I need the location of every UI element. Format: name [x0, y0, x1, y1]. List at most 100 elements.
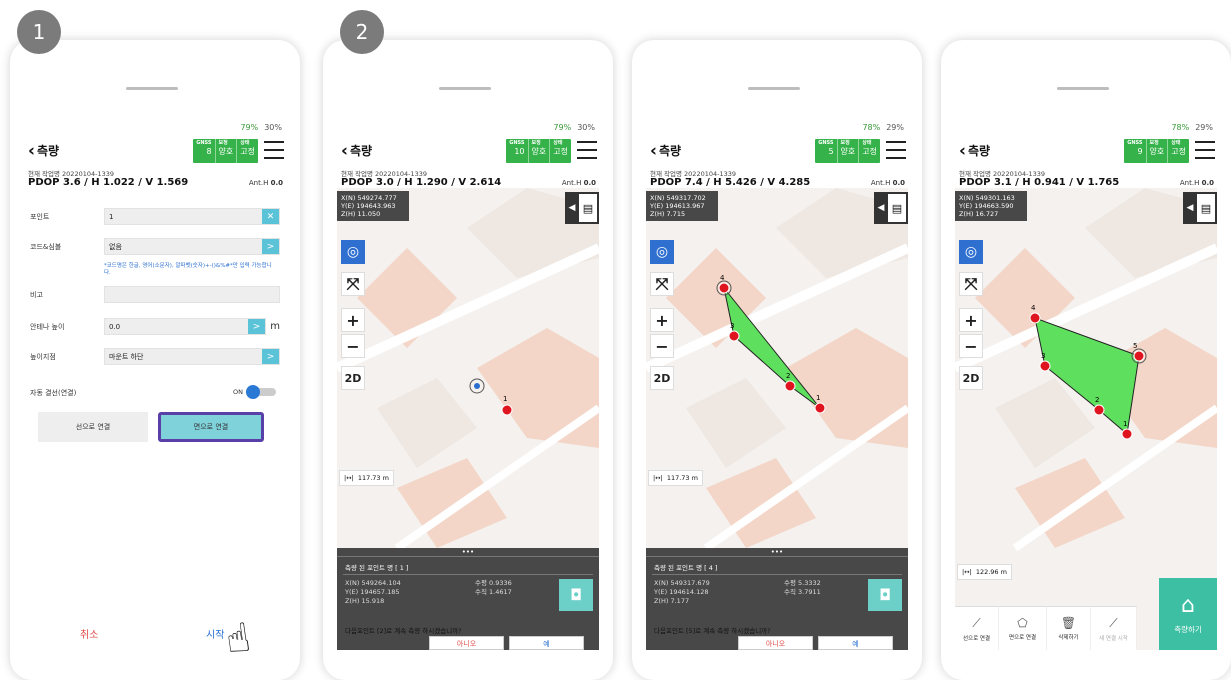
- start-button[interactable]: 시작: [206, 626, 224, 641]
- auto-connect-toggle[interactable]: ON: [233, 385, 276, 399]
- panel-title: 측량 된 포인트 명 [ 1 ]: [345, 564, 409, 572]
- area-connect-tool[interactable]: ⬠ 면으로 연결: [999, 606, 1047, 650]
- zoom-out-icon[interactable]: −: [341, 334, 365, 358]
- back-label: 측량: [37, 144, 60, 158]
- scale-icon: |↔|: [653, 474, 663, 482]
- hamburger-menu-icon[interactable]: [264, 141, 284, 159]
- svg-text:2: 2: [1095, 396, 1099, 404]
- panel-coords: X(N) 549317.679 Y(E) 194614.128 Z(H) 7.177: [654, 579, 710, 606]
- zoom-in-icon[interactable]: +: [650, 308, 674, 332]
- scale-icon: |↔|: [962, 568, 972, 576]
- no-button[interactable]: 아니오: [429, 636, 504, 650]
- memo-label: 비고: [30, 290, 43, 299]
- battery-1: 79%: [240, 123, 259, 132]
- back-label: 측량: [659, 144, 682, 158]
- chevron-right-icon[interactable]: >: [262, 239, 279, 254]
- height-point-select[interactable]: 마운트 하단 >: [104, 348, 280, 365]
- panel-hp: 수평 0.9336: [475, 579, 512, 587]
- fit-extent-icon[interactable]: ⤧: [959, 272, 983, 296]
- status-bar: 78% 29%: [1171, 123, 1213, 132]
- chevron-right-icon[interactable]: >: [262, 349, 279, 364]
- back-button[interactable]: ‹ 측량: [650, 142, 681, 159]
- survey-point-4: [1029, 312, 1041, 324]
- map-screen: 78% 29% ‹ 측량 GNSS 9 보정 양호 상태 고정 현재 작업명 202201…: [955, 120, 1217, 650]
- locate-icon[interactable]: ◎: [650, 240, 674, 264]
- coord-readout: X(N) 549274.777 Y(E) 194643.963 Z(H) 11.05…: [337, 191, 409, 221]
- survey-button[interactable]: ⌂ 측량하기: [1159, 578, 1217, 650]
- ant-height: Ant.H 0.0: [871, 179, 905, 187]
- hamburger-menu-icon[interactable]: [577, 141, 597, 159]
- speaker: [748, 87, 800, 90]
- hamburger-menu-icon[interactable]: [1195, 141, 1215, 159]
- camera-icon[interactable]: ◘: [868, 579, 902, 611]
- pdop-readout: PDOP 3.6 / H 1.022 / V 1.569: [28, 177, 189, 188]
- survey-point-2: [784, 380, 796, 392]
- map-screen: 79% 30% ‹ 측량 GNSS 10 보정 양호 상태 고정 현재 작업명 20220…: [337, 120, 599, 650]
- back-button[interactable]: ‹ 측량: [959, 142, 990, 159]
- gnss-status: GNSS 10 보정 양호 상태 고정: [506, 139, 571, 163]
- yes-button[interactable]: 예: [509, 636, 584, 650]
- antenna-input[interactable]: 0.0 >: [104, 318, 266, 335]
- status-bar: 79% 30%: [240, 123, 282, 132]
- battery-2: 29%: [886, 123, 904, 132]
- chevron-right-icon[interactable]: >: [248, 319, 265, 334]
- survey-polygon: [1034, 317, 1140, 435]
- speaker: [439, 87, 491, 90]
- side-panel-toggle[interactable]: ◀ ▤: [874, 192, 908, 224]
- back-button[interactable]: ‹ 측량: [28, 142, 59, 159]
- gnss-status: GNSS 8 보정 양호 상태 고정: [193, 139, 258, 163]
- clear-icon[interactable]: ✕: [262, 209, 279, 224]
- coord-h: Z(H) 11.050: [341, 210, 381, 218]
- map-mode-button[interactable]: 2D: [341, 366, 365, 390]
- side-panel-toggle[interactable]: ◀ ▤: [565, 192, 599, 224]
- survey-overlay: 1: [469, 378, 513, 416]
- fit-extent-icon[interactable]: ⤧: [341, 272, 365, 296]
- panel-grip[interactable]: •••: [337, 548, 599, 557]
- survey-overlay: 4 3 2 1: [716, 274, 826, 414]
- no-button[interactable]: 아니오: [738, 636, 813, 650]
- side-panel-toggle[interactable]: ◀ ▤: [1183, 192, 1217, 224]
- yes-button[interactable]: 예: [818, 636, 893, 650]
- status-bar: 79% 30%: [553, 123, 595, 132]
- locate-icon[interactable]: ◎: [959, 240, 983, 264]
- hamburger-menu-icon[interactable]: [886, 141, 906, 159]
- coord-e: Y(E) 194663.590: [959, 202, 1014, 210]
- panel-vp: 수직 3.7911: [784, 588, 821, 596]
- map-mode-button[interactable]: 2D: [959, 366, 983, 390]
- line-connect-tool[interactable]: ⟋ 선으로 연결: [955, 606, 999, 650]
- phone-3: 78% 29% ‹ 측량 GNSS 5 보정 양호 상태 고정 현재 작업명 202201…: [632, 40, 922, 680]
- zoom-in-icon[interactable]: +: [341, 308, 365, 332]
- survey-point-1: [814, 402, 826, 414]
- point-input[interactable]: 1 ✕: [104, 208, 280, 225]
- cancel-button[interactable]: 취소: [80, 626, 98, 641]
- zoom-out-icon[interactable]: −: [650, 334, 674, 358]
- delete-label: 삭제하기: [1058, 635, 1079, 641]
- memo-input[interactable]: [104, 286, 280, 303]
- panel-grip[interactable]: •••: [646, 548, 908, 557]
- zoom-in-icon[interactable]: +: [959, 308, 983, 332]
- map-mode-button[interactable]: 2D: [650, 366, 674, 390]
- delete-tool[interactable]: 🗑 삭제하기: [1047, 606, 1091, 650]
- line-connect-button[interactable]: 선으로 연결: [38, 412, 148, 442]
- fit-extent-icon[interactable]: ⤧: [650, 272, 674, 296]
- new-connection-tool[interactable]: ⟋ 새 연결 시작: [1091, 606, 1137, 650]
- back-button[interactable]: ‹ 측량: [341, 142, 372, 159]
- zoom-out-icon[interactable]: −: [959, 334, 983, 358]
- panel-title: 측량 된 포인트 명 [ 4 ]: [654, 564, 718, 572]
- anth-label: Ant.H: [561, 179, 582, 187]
- auto-connect-label: 자동 결선(연결): [30, 389, 77, 397]
- area-connect-button[interactable]: 면으로 연결: [158, 412, 264, 442]
- map-view[interactable]: 1 X(N) 549274.777 Y(E) 194643.963 Z(H) 11.…: [337, 188, 599, 548]
- chevron-left-icon: ‹: [959, 140, 967, 161]
- locate-icon[interactable]: ◎: [341, 240, 365, 264]
- trash-icon: 🗑: [1060, 616, 1077, 630]
- document-icon: ▤: [1197, 194, 1215, 222]
- survey-point-3: [728, 330, 740, 342]
- anth-label: Ant.H: [1179, 179, 1200, 187]
- gnss-state: 고정: [240, 147, 255, 156]
- map-view[interactable]: 4 3 2 1 X(N) 549317.702 Y(E) 194613.967 Z(H) …: [646, 188, 908, 548]
- camera-icon[interactable]: ◘: [559, 579, 593, 611]
- code-note: *코드명은 한글, 영어(소문자), 알파벳(숫자)+-()&%#*만 입력 가…: [104, 263, 272, 276]
- code-select[interactable]: 없음 >: [104, 238, 280, 255]
- gnss-sats: 10: [514, 147, 525, 156]
